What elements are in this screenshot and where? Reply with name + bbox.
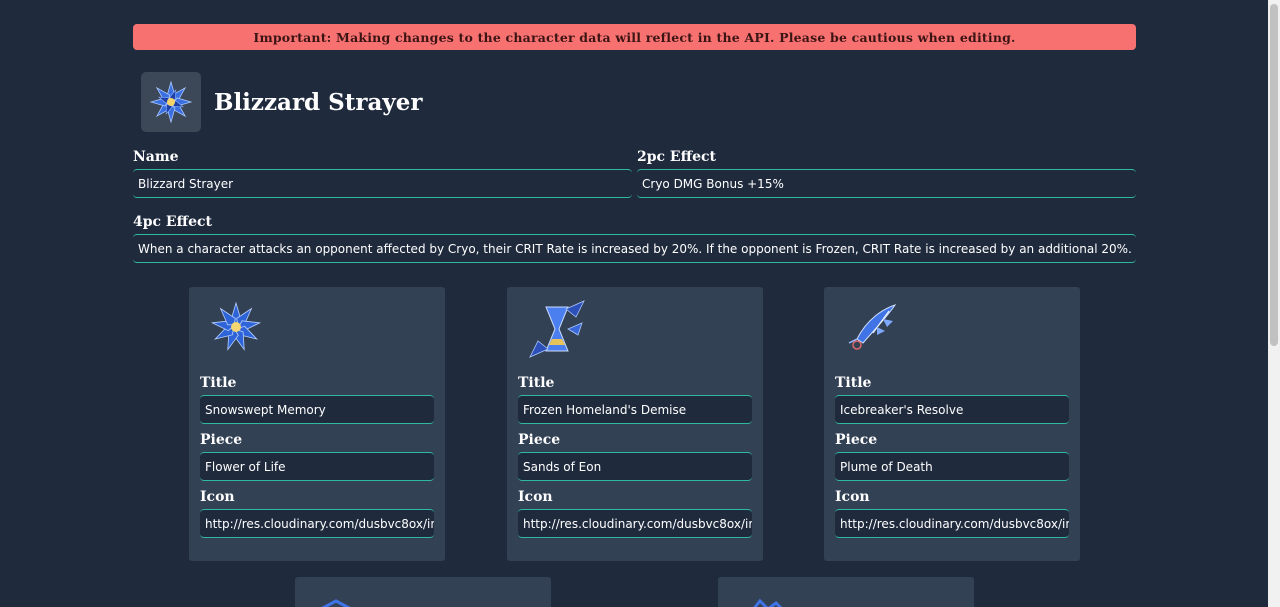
icon-url-input[interactable]: http://res.cloudinary.com/dusbvc8ox/ima — [835, 509, 1069, 538]
icon-label: Icon — [200, 489, 235, 505]
title-label: Title — [200, 375, 237, 391]
icon-label: Icon — [518, 489, 553, 505]
four-pc-label: 4pc Effect — [133, 214, 212, 230]
piece-label: Piece — [835, 432, 878, 448]
piece-label: Piece — [518, 432, 561, 448]
title-input[interactable]: Frozen Homeland's Demise — [518, 395, 752, 424]
sands-of-eon-icon — [529, 300, 585, 358]
two-pc-label: 2pc Effect — [637, 149, 716, 165]
piece-card-goblet — [295, 577, 551, 607]
icon-label: Icon — [835, 489, 870, 505]
name-effect-row: Name Blizzard Strayer 2pc Effect Cryo DM… — [133, 149, 1136, 198]
set-title: Blizzard Strayer — [214, 88, 423, 116]
name-input[interactable]: Blizzard Strayer — [133, 169, 632, 198]
piece-card-circlet — [718, 577, 974, 607]
name-field: Name Blizzard Strayer — [133, 149, 632, 198]
piece-input[interactable]: Plume of Death — [835, 452, 1069, 481]
four-pc-input[interactable]: When a character attacks an opponent aff… — [133, 234, 1136, 263]
piece-input[interactable]: Sands of Eon — [518, 452, 752, 481]
two-pc-field: 2pc Effect Cryo DMG Bonus +15% — [637, 149, 1136, 198]
title-input[interactable]: Icebreaker's Resolve — [835, 395, 1069, 424]
blue-flower-icon — [149, 80, 193, 124]
circlet-icon — [753, 598, 783, 607]
icon-url-input[interactable]: http://res.cloudinary.com/dusbvc8ox/ima — [200, 509, 434, 538]
scrollbar-thumb[interactable] — [1270, 4, 1278, 346]
warning-banner: Important: Making changes to the charact… — [133, 24, 1136, 50]
goblet-icon — [321, 599, 351, 607]
title-label: Title — [518, 375, 555, 391]
piece-icon-wrap — [835, 287, 1069, 369]
set-avatar — [141, 72, 201, 132]
piece-icon-wrap — [200, 287, 434, 369]
pieces-grid: Title Snowswept Memory Piece Flower of L… — [0, 287, 1280, 607]
piece-card-sands: Title Frozen Homeland's Demise Piece San… — [507, 287, 763, 561]
piece-icon-wrap — [518, 287, 752, 369]
scrollbar-track[interactable] — [1268, 0, 1280, 607]
piece-label: Piece — [200, 432, 243, 448]
name-label: Name — [133, 149, 179, 165]
flower-of-life-icon — [210, 301, 262, 351]
editor-container: Important: Making changes to the charact… — [133, 0, 1136, 263]
title-input[interactable]: Snowswept Memory — [200, 395, 434, 424]
icon-url-input[interactable]: http://res.cloudinary.com/dusbvc8ox/ima — [518, 509, 752, 538]
piece-input[interactable]: Flower of Life — [200, 452, 434, 481]
piece-card-flower: Title Snowswept Memory Piece Flower of L… — [189, 287, 445, 561]
title-label: Title — [835, 375, 872, 391]
piece-card-plume: Title Icebreaker's Resolve Piece Plume o… — [824, 287, 1080, 561]
set-header: Blizzard Strayer — [141, 72, 1136, 132]
four-pc-field: 4pc Effect When a character attacks an o… — [133, 214, 1136, 263]
plume-of-death-icon — [848, 304, 897, 350]
two-pc-input[interactable]: Cryo DMG Bonus +15% — [637, 169, 1136, 198]
